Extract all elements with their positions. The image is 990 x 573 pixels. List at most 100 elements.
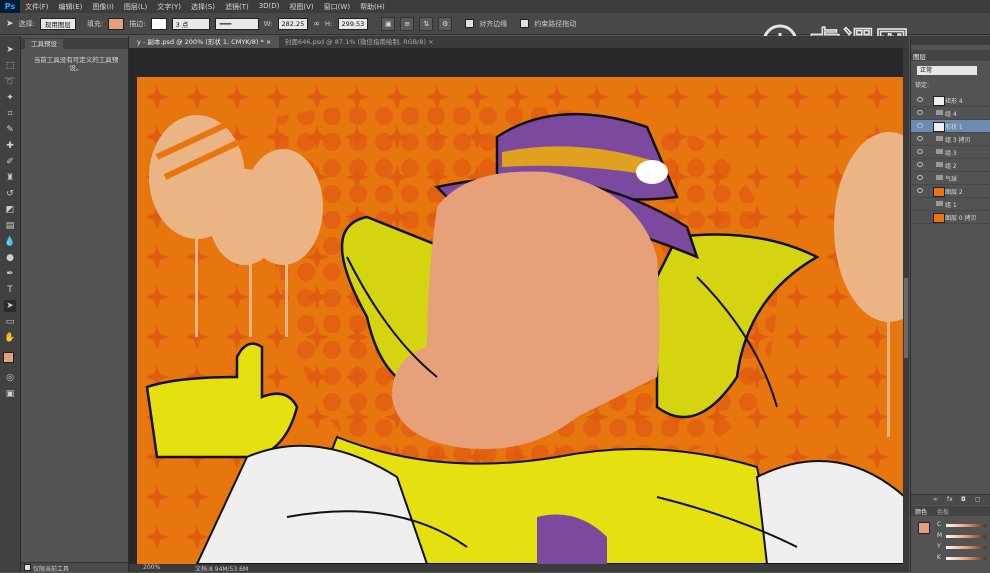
stroke-type-select[interactable]: ━━━ (214, 17, 259, 30)
new-layer-icon[interactable]: ▢ (975, 496, 981, 503)
dodge-tool-icon[interactable]: ● (4, 252, 16, 264)
eye-icon[interactable] (917, 162, 923, 167)
layers-panel: 图层 正常 锁定: 矩形 4 组 4 形状 1 组 3 拷贝组 3 组 2 气球 图层 2 组… (910, 36, 990, 572)
shape-tool-icon[interactable]: ▭ (4, 316, 16, 328)
mask-icon[interactable]: ◘ (961, 496, 966, 503)
lasso-tool-icon[interactable]: ➰ (4, 76, 16, 88)
menu-item[interactable]: 文字(Y) (152, 2, 186, 12)
color-tab[interactable]: 颜色 (915, 507, 927, 516)
brush-tool-icon[interactable]: ✐ (4, 156, 16, 168)
eye-icon[interactable] (917, 97, 923, 102)
constrain-checkbox[interactable] (520, 19, 530, 28)
channel-slider[interactable]: Y (937, 542, 990, 552)
gradient-tool-icon[interactable]: ▤ (4, 220, 16, 232)
layers-tab[interactable]: 图层 (913, 51, 926, 61)
eye-icon[interactable] (917, 149, 923, 154)
type-tool-icon[interactable]: T (4, 284, 16, 296)
layer-row[interactable]: 形状 1 (911, 120, 990, 133)
path-align-icon[interactable]: ≡ (400, 16, 415, 31)
marquee-tool-icon[interactable]: ⬚ (4, 60, 16, 72)
align-edges-checkbox[interactable] (465, 19, 475, 28)
layer-row[interactable]: 气球 (911, 172, 990, 185)
fx-icon[interactable]: fx (947, 496, 953, 503)
mode-select[interactable]: 现用图层 (39, 17, 76, 30)
h-label: H: (324, 19, 333, 28)
blur-tool-icon[interactable]: 💧 (4, 236, 16, 248)
eye-icon[interactable] (917, 188, 923, 193)
tool-presets-panel: 工具预设 当前工具没有可定义的工具预设。 仅限当前工具 (21, 36, 129, 573)
path-selection-tool-icon[interactable]: ➤ (4, 300, 16, 312)
quick-mask-icon[interactable]: ◎ (4, 372, 16, 384)
history-brush-tool-icon[interactable]: ↺ (4, 188, 16, 200)
channel-ramp[interactable] (946, 524, 986, 527)
artwork-canvas[interactable] (137, 77, 905, 564)
fill-swatch[interactable] (108, 17, 125, 30)
move-tool-icon[interactable]: ➤ (6, 19, 14, 29)
eye-icon[interactable] (917, 175, 923, 180)
channel-ramp[interactable] (946, 535, 986, 538)
menu-item[interactable]: 选择(S) (186, 2, 220, 12)
menu-item[interactable]: 帮助(H) (355, 2, 390, 12)
eye-icon[interactable] (917, 110, 923, 115)
blend-mode-select[interactable]: 正常 (917, 66, 977, 75)
w-input[interactable]: 282.25 (277, 17, 309, 30)
channel-ramp[interactable] (946, 546, 986, 549)
vertical-scrollbar[interactable] (903, 48, 909, 564)
eye-icon[interactable] (917, 123, 923, 128)
panel-collapse-bar[interactable] (911, 36, 990, 45)
scrollbar-thumb[interactable] (904, 278, 908, 358)
path-arrange-icon[interactable]: ⇅ (419, 16, 434, 31)
menu-item[interactable]: 滤镜(T) (220, 2, 254, 12)
link-icon[interactable]: ∞ (313, 19, 320, 28)
close-icon[interactable]: × (266, 38, 271, 46)
magic-wand-tool-icon[interactable]: ✦ (4, 92, 16, 104)
channel-slider[interactable]: K (937, 553, 990, 563)
channel-slider[interactable]: C (937, 520, 990, 530)
eyedropper-tool-icon[interactable]: ✎ (4, 124, 16, 136)
layer-row[interactable]: 组 2 (911, 159, 990, 172)
folder-icon (936, 136, 943, 141)
clone-stamp-tool-icon[interactable]: ♜ (4, 172, 16, 184)
eraser-tool-icon[interactable]: ◩ (4, 204, 16, 216)
screen-mode-icon[interactable]: ▣ (4, 388, 16, 400)
layer-row[interactable]: 组 3 拷贝 (911, 133, 990, 146)
stroke-width-input[interactable]: 3 点 (171, 17, 210, 30)
layer-row[interactable]: 矩形 4 (911, 94, 990, 107)
stroke-swatch[interactable] (150, 17, 167, 30)
menu-item[interactable]: 文件(F) (20, 2, 54, 12)
color-tabbar: 颜色 色板 (911, 506, 990, 516)
layer-row[interactable]: 组 3 (911, 146, 990, 159)
crop-tool-icon[interactable]: ⌗ (4, 108, 16, 120)
doc-tab-active[interactable]: y - 副本.psd @ 200% (形状 1, CMYK/8) * × (129, 36, 280, 48)
link-layers-icon[interactable]: ∞ (933, 496, 938, 503)
settings-gear-icon[interactable]: ⚙ (438, 16, 453, 31)
move-tool-icon[interactable]: ➤ (4, 44, 16, 56)
channel-slider[interactable]: M (937, 531, 990, 541)
layer-row[interactable]: 图层 2 (911, 185, 990, 198)
doc-tab-inactive[interactable]: 封面646.psd @ 87.1% (微信指南绘制, RGB/8) × (277, 36, 442, 48)
channel-ramp[interactable] (946, 557, 986, 560)
menu-item[interactable]: 编辑(E) (54, 2, 88, 12)
layer-row[interactable]: 图层 0 拷贝 (911, 211, 990, 224)
close-icon[interactable]: × (428, 38, 433, 46)
current-tool-only-checkbox[interactable] (24, 564, 31, 571)
swatches-tab[interactable]: 色板 (937, 507, 949, 516)
foreground-color-swatch[interactable] (3, 352, 14, 363)
menu-item[interactable]: 3D(D) (254, 2, 285, 12)
layer-row[interactable]: 组 1 (911, 198, 990, 211)
path-ops-icon[interactable]: ▣ (381, 16, 396, 31)
menu-item[interactable]: 图层(L) (119, 2, 152, 12)
eye-icon[interactable] (917, 136, 923, 141)
tool-presets-tab[interactable]: 工具预设 (25, 39, 63, 49)
zoom-level[interactable]: 200% (143, 564, 160, 571)
menu-item[interactable]: 图像(I) (87, 2, 119, 12)
hand-tool-icon[interactable]: ✋ (4, 332, 16, 344)
menu-item[interactable]: 视图(V) (284, 2, 318, 12)
color-panel-fg-swatch[interactable] (918, 522, 930, 534)
pen-tool-icon[interactable]: ✒ (4, 268, 16, 280)
healing-brush-tool-icon[interactable]: ✚ (4, 140, 16, 152)
mode-label: 选择: (18, 19, 35, 28)
menu-item[interactable]: 窗口(W) (319, 2, 355, 12)
h-input[interactable]: 299.53 (337, 17, 369, 30)
layer-row[interactable]: 组 4 (911, 107, 990, 120)
